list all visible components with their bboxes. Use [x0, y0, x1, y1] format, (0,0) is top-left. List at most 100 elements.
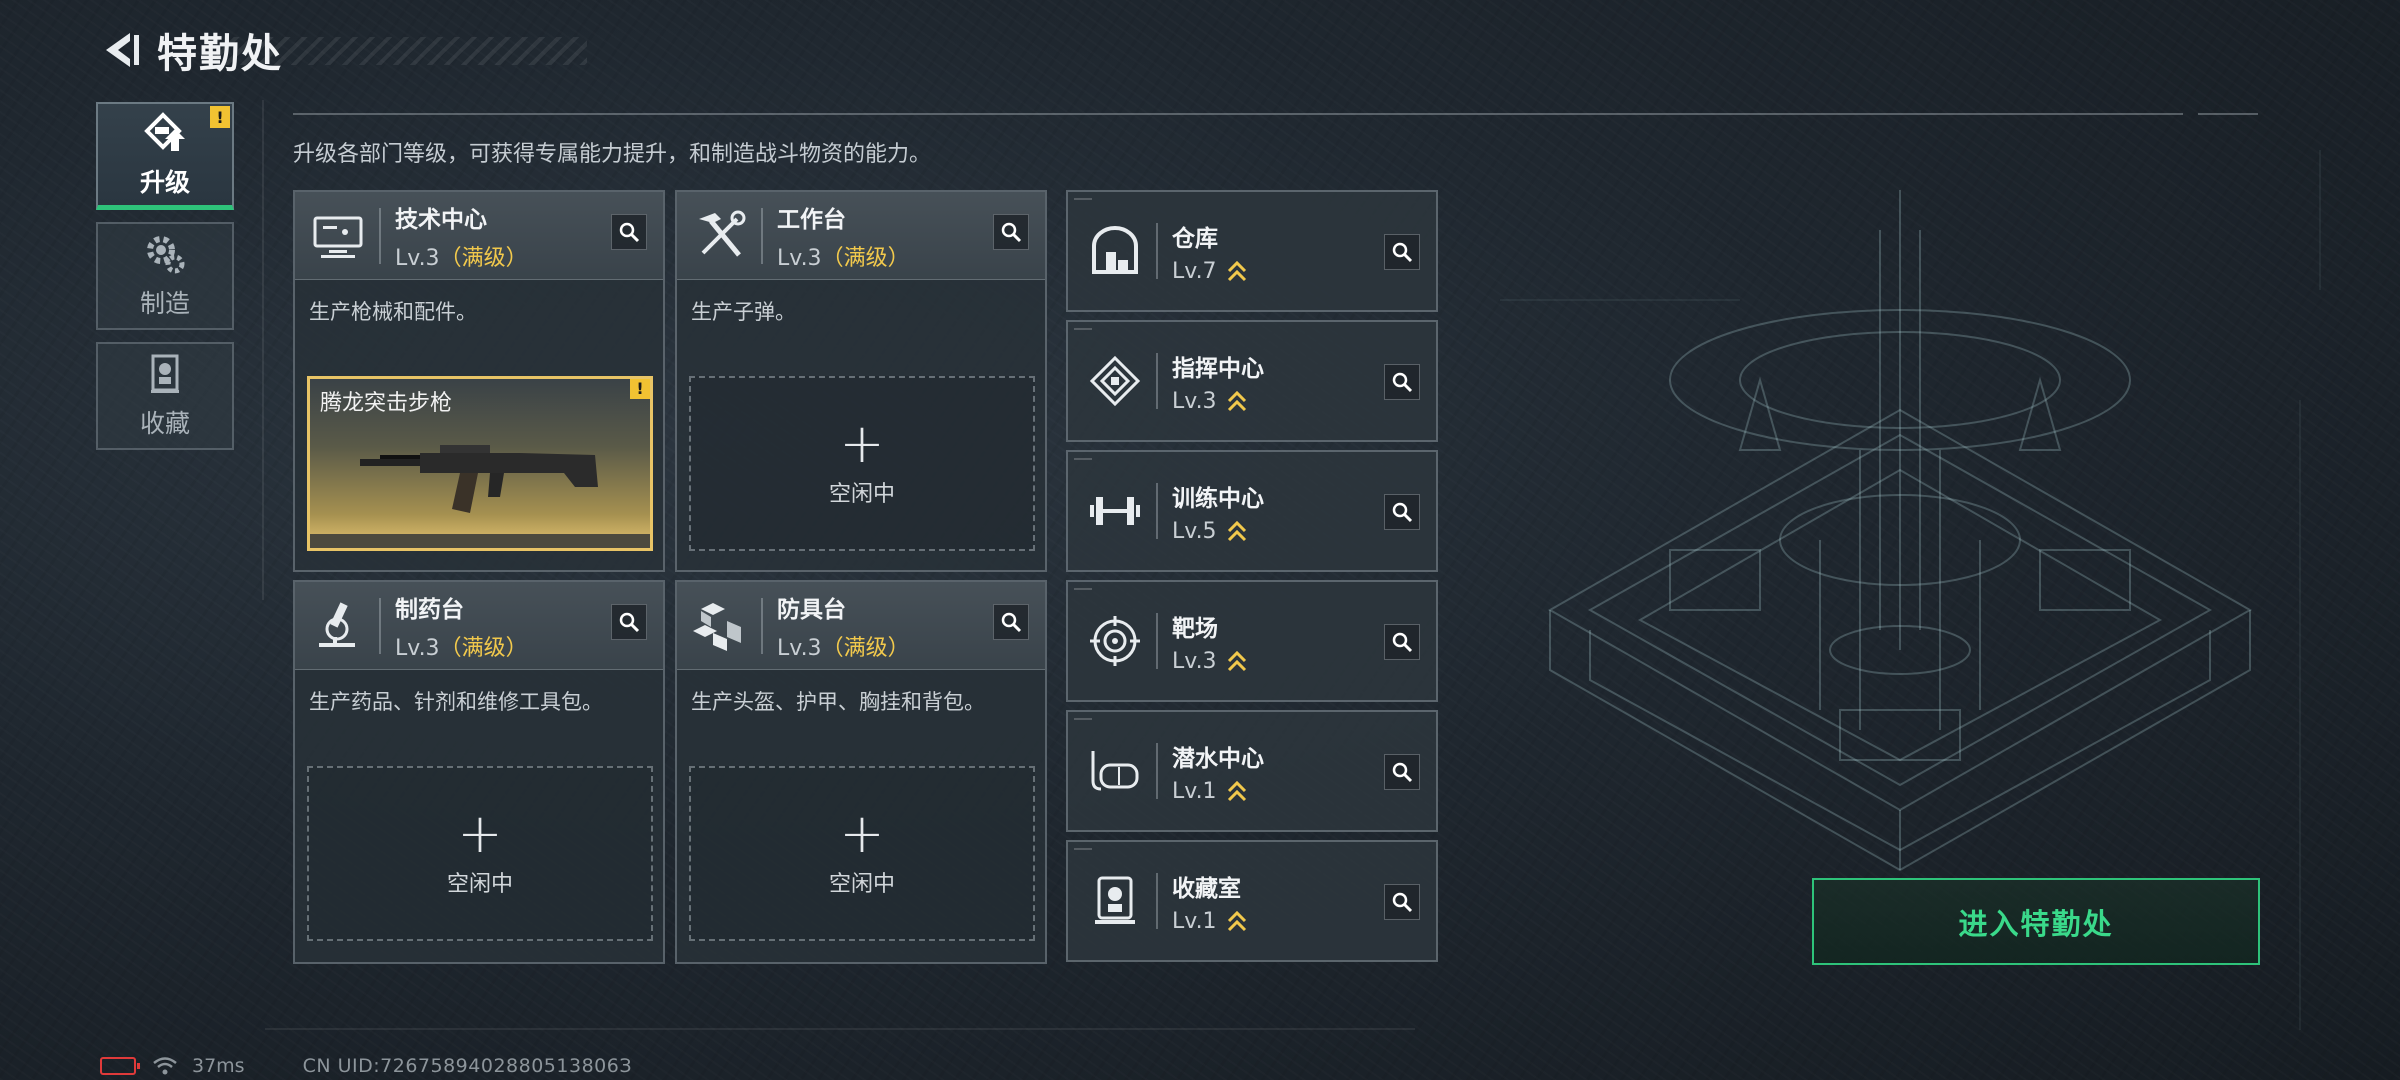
production-slot-empty[interactable]: + 空闲中: [689, 376, 1035, 551]
card-level: Lv.3（满级）: [395, 245, 528, 271]
card-description: 生产子弹。: [691, 300, 796, 324]
production-slot-empty[interactable]: + 空闲中: [689, 766, 1035, 941]
diving-mask-icon: [1078, 734, 1152, 808]
back-arrow-icon: [106, 33, 139, 67]
page-title: 特勤处: [157, 31, 283, 77]
page-description: 升级各部门等级，可获得专属能力提升，和制造战斗物资的能力。: [293, 142, 932, 167]
slot-status: 空闲中: [828, 871, 895, 897]
nav-label: 制造: [139, 289, 190, 318]
search-button[interactable]: [611, 604, 647, 640]
card-pharmacy[interactable]: 制药台 Lv.3（满级） 生产药品、针剂和维修工具包。 + 空闲中: [293, 580, 665, 964]
nav-craft[interactable]: 制造: [96, 222, 234, 330]
hammer-wrench-icon: [683, 199, 757, 273]
back-button[interactable]: [95, 24, 147, 76]
plus-icon: +: [839, 801, 885, 865]
slot-status: 空闲中: [446, 871, 513, 897]
search-icon: [1392, 892, 1413, 913]
list-item-training-center[interactable]: 训练中心 Lv.5: [1066, 450, 1438, 572]
warning-badge: !: [210, 106, 230, 128]
enter-special-ops-button[interactable]: 进入特勤处: [1812, 878, 2260, 965]
search-button[interactable]: [1384, 364, 1420, 400]
card-description: 生产药品、针剂和维修工具包。: [309, 690, 603, 714]
search-button[interactable]: [1384, 624, 1420, 660]
list-item-title: 潜水中心: [1172, 745, 1264, 772]
nav-label: 升级: [139, 167, 190, 197]
card-title: 技术中心: [395, 206, 487, 233]
card-level: Lv.3（满级）: [777, 635, 910, 661]
monitor-icon: [301, 199, 375, 273]
dumbbell-icon: [1078, 474, 1152, 548]
upgrade-available-icon: [1227, 390, 1246, 412]
warning-badge: !: [630, 379, 650, 399]
search-icon: [1392, 502, 1413, 523]
search-button[interactable]: [611, 214, 647, 250]
list-item-title: 靶场: [1172, 615, 1218, 642]
battery-low-icon: [100, 1057, 140, 1075]
list-item-shooting-range[interactable]: 靶场 Lv.3: [1066, 580, 1438, 702]
card-level: Lv.3（满级）: [777, 245, 910, 271]
list-item-level: Lv.3: [1172, 649, 1247, 674]
plus-icon: +: [839, 411, 885, 475]
list-item-level: Lv.3: [1172, 389, 1264, 414]
search-icon: [1392, 632, 1413, 653]
list-item-title: 指挥中心: [1172, 355, 1264, 382]
search-button[interactable]: [1384, 754, 1420, 790]
side-nav: ! 升级 制造 收藏: [96, 102, 234, 462]
producing-item-name: 腾龙突击步枪: [320, 391, 453, 416]
search-icon: [1392, 762, 1413, 783]
nav-upgrade[interactable]: ! 升级: [96, 102, 234, 210]
status-bar: 37ms CN UID:7267589402880513806З: [100, 1055, 632, 1077]
search-icon: [619, 612, 640, 633]
card-workbench[interactable]: 工作台 Lv.3（满级） 生产子弹。 + 空闲中: [675, 190, 1047, 572]
nav-label: 收藏: [139, 409, 190, 438]
cubes-icon: [683, 589, 757, 663]
search-icon: [1001, 222, 1022, 243]
list-item-level: Lv.5: [1172, 519, 1264, 544]
warehouse-icon: [1078, 214, 1152, 288]
list-item-diving-center[interactable]: 潜水中心 Lv.1: [1066, 710, 1438, 832]
ping-value: 37ms: [192, 1055, 245, 1077]
search-icon: [1392, 242, 1413, 263]
upgrade-available-icon: [1227, 780, 1246, 802]
enter-button-label: 进入特勤处: [1958, 906, 2114, 941]
card-title: 工作台: [777, 206, 846, 233]
list-item-title: 仓库: [1172, 225, 1218, 252]
card-description: 生产头盔、护甲、胸挂和背包。: [691, 690, 985, 714]
upgrade-icon: [144, 111, 185, 151]
collection-room-icon: [1078, 864, 1152, 938]
search-button[interactable]: [993, 214, 1029, 250]
list-item-level: Lv.1: [1172, 779, 1264, 804]
card-tech-center[interactable]: 技术中心 Lv.3（满级） 生产枪械和配件。 腾龙突击步枪 !: [293, 190, 665, 572]
list-item-warehouse[interactable]: 仓库 Lv.7: [1066, 190, 1438, 312]
search-button[interactable]: [1384, 494, 1420, 530]
list-item-collection-room[interactable]: 收藏室 Lv.1: [1066, 840, 1438, 962]
search-icon: [1392, 372, 1413, 393]
plus-icon: +: [457, 801, 503, 865]
card-title: 防具台: [777, 596, 846, 623]
header: 特勤处: [95, 22, 587, 78]
list-item-title: 训练中心: [1172, 485, 1264, 512]
user-uid: CN UID:7267589402880513806З: [302, 1055, 633, 1077]
wifi-icon: [153, 1057, 177, 1075]
slot-status: 空闲中: [828, 481, 895, 507]
list-item-level: Lv.1: [1172, 909, 1247, 934]
microscope-icon: [301, 589, 375, 663]
card-armor-bench[interactable]: 防具台 Lv.3（满级） 生产头盔、护甲、胸挂和背包。 + 空闲中: [675, 580, 1047, 964]
production-slot-empty[interactable]: + 空闲中: [307, 766, 653, 941]
card-title: 制药台: [395, 596, 464, 623]
command-icon: [1078, 344, 1152, 418]
collection-icon: [151, 354, 179, 393]
production-slot-weapon[interactable]: 腾龙突击步枪 !: [307, 376, 653, 551]
assault-rifle-image: [360, 445, 598, 513]
search-icon: [619, 222, 640, 243]
gears-icon: [147, 236, 185, 274]
search-button[interactable]: [1384, 884, 1420, 920]
nav-collection[interactable]: 收藏: [96, 342, 234, 450]
upgrade-available-icon: [1227, 260, 1246, 282]
list-item-command-center[interactable]: 指挥中心 Lv.3: [1066, 320, 1438, 442]
search-button[interactable]: [1384, 234, 1420, 270]
search-icon: [1001, 612, 1022, 633]
list-item-title: 收藏室: [1172, 875, 1241, 902]
search-button[interactable]: [993, 604, 1029, 640]
list-item-level: Lv.7: [1172, 259, 1247, 284]
